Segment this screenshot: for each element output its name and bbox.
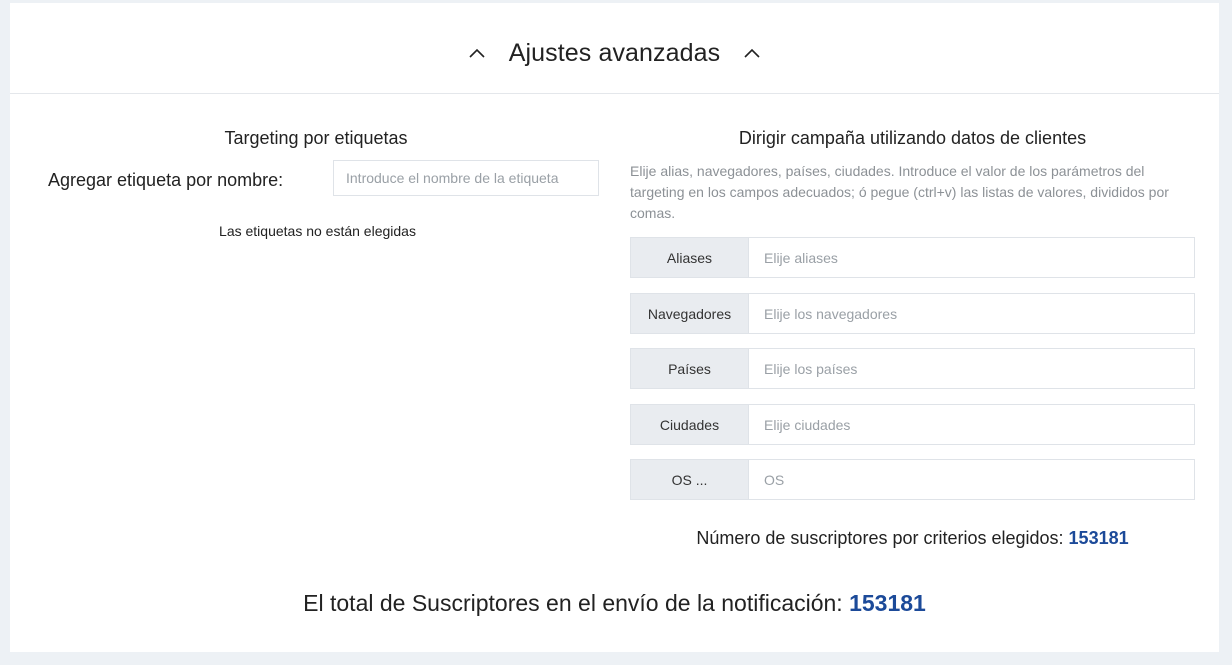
criteria-subscribers-summary: Número de suscriptores por criterios ele… xyxy=(630,528,1195,549)
os-label[interactable]: OS ... xyxy=(631,460,749,499)
customer-targeting-title: Dirigir campaña utilizando datos de clie… xyxy=(738,128,1087,148)
add-tag-label: Agregar etiqueta por nombre: xyxy=(48,170,284,190)
countries-label: Países xyxy=(631,349,749,388)
tag-targeting-title: Targeting por etiquetas xyxy=(224,128,408,148)
aliases-label: Aliases xyxy=(631,238,749,277)
browsers-label: Navegadores xyxy=(631,294,749,333)
countries-field: Países xyxy=(630,348,1195,389)
total-subscribers-label: El total de Suscriptores en el envío de … xyxy=(303,590,843,616)
aliases-field: Aliases xyxy=(630,237,1195,278)
countries-input[interactable] xyxy=(749,349,1194,388)
total-subscribers-summary: El total de Suscriptores en el envío de … xyxy=(10,590,1219,617)
header-inner: Ajustes avanzadas xyxy=(10,33,1219,73)
tag-name-input[interactable] xyxy=(333,160,599,196)
browsers-input[interactable] xyxy=(749,294,1194,333)
chevron-up-icon[interactable] xyxy=(467,43,487,63)
os-input[interactable] xyxy=(749,460,1194,499)
header-title[interactable]: Ajustes avanzadas xyxy=(509,39,721,68)
advanced-settings-header[interactable]: Ajustes avanzadas xyxy=(10,3,1219,94)
browsers-field: Navegadores xyxy=(630,293,1195,334)
cities-input[interactable] xyxy=(749,405,1194,444)
criteria-subscribers-label: Número de suscriptores por criterios ele… xyxy=(696,528,1064,548)
cities-label: Ciudades xyxy=(631,405,749,444)
advanced-settings-panel: Ajustes avanzadas Targeting por etiqueta… xyxy=(10,3,1219,652)
aliases-input[interactable] xyxy=(749,238,1194,277)
total-subscribers-count: 153181 xyxy=(849,590,926,616)
criteria-subscribers-count: 153181 xyxy=(1068,528,1129,548)
chevron-up-icon[interactable] xyxy=(742,43,762,63)
no-tags-message: Las etiquetas no están elegidas xyxy=(219,223,416,239)
cities-field: Ciudades xyxy=(630,404,1195,445)
os-field: OS ... xyxy=(630,459,1195,500)
customer-targeting-description: Elije alias, navegadores, países, ciudad… xyxy=(630,163,1169,221)
